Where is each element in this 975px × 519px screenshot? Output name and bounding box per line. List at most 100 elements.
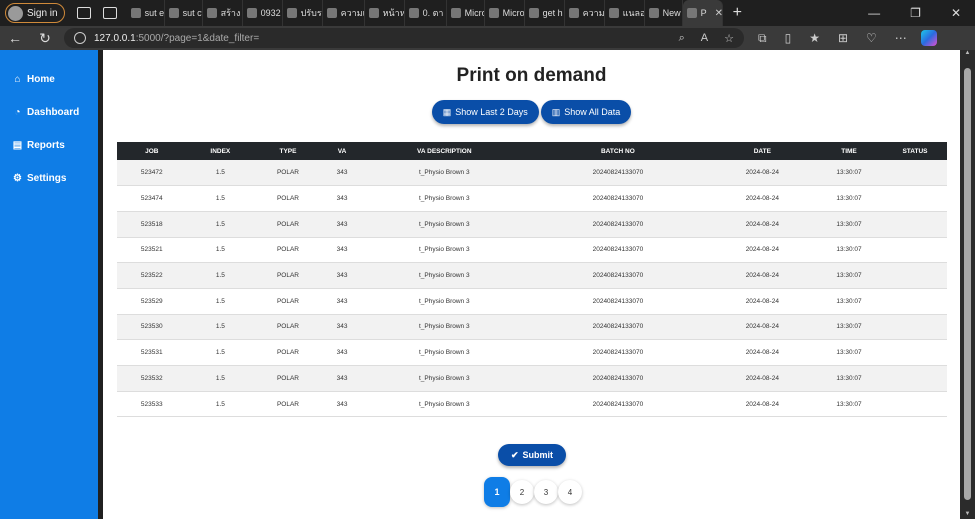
favorite-star-icon[interactable]: ☆: [724, 32, 734, 45]
tab-favicon-icon: [368, 8, 379, 18]
sidebar-item-home[interactable]: ⌂ Home: [0, 63, 98, 96]
sidebar-item-label: Home: [27, 74, 55, 85]
table-cell: 343: [336, 220, 348, 228]
tab-label: Micro: [502, 8, 525, 18]
sidebar: ⌂ Home ◔ Dashboard ▤ Reports ⚙ Settings: [0, 50, 98, 519]
zoom-icon[interactable]: ⌕: [679, 32, 685, 45]
table-cell: POLAR: [276, 400, 299, 408]
table-cell: 2024-08-24: [745, 323, 779, 331]
page-button[interactable]: 2: [510, 480, 534, 504]
signin-button[interactable]: Sign in: [5, 3, 65, 23]
table-cell: 343: [336, 272, 348, 280]
minimize-icon[interactable]: —: [868, 6, 880, 20]
maximize-icon[interactable]: ❐: [910, 6, 921, 20]
address-bar[interactable]: 127.0.0.1 :5000/?page=1&date_filter= ⌕ A…: [64, 28, 744, 48]
browser-tab[interactable]: sut cv: [165, 0, 203, 26]
table-cell: [883, 366, 947, 392]
reload-icon[interactable]: ↻: [30, 30, 60, 47]
collections-icon[interactable]: ⊞: [838, 31, 848, 46]
site-info-icon[interactable]: [74, 32, 86, 44]
table-row: 523521 1.5 POLAR 343 t_Physio Brown 3 2024082…: [117, 237, 947, 263]
table-cell: 1.5: [215, 220, 225, 228]
table-cell: [883, 237, 947, 263]
browser-tab[interactable]: สร้าง: [203, 0, 243, 26]
sidebar-item-settings[interactable]: ⚙ Settings: [0, 162, 98, 195]
table-cell: 20240824133070: [592, 246, 644, 254]
favorites-icon[interactable]: ★: [809, 31, 820, 46]
table-cell: [883, 340, 947, 366]
tab-favicon-icon: [168, 8, 179, 18]
table-cell: t_Physio Brown 3: [419, 272, 470, 280]
browser-tab[interactable]: P ✕: [682, 0, 723, 26]
scroll-up-icon[interactable]: ▲: [960, 50, 975, 56]
browser-tab[interactable]: หน้าห: [365, 0, 405, 26]
browser-tab[interactable]: Micro: [485, 0, 525, 26]
sidebar-item-label: Reports: [27, 140, 65, 151]
table-cell: 2024-08-24: [745, 374, 779, 382]
tab-favicon-icon: [450, 8, 461, 18]
page-scrollbar[interactable]: ▲ ▼: [960, 50, 975, 519]
browser-tab[interactable]: 0. ตา: [405, 0, 447, 26]
extensions-icon[interactable]: ⧉: [758, 31, 767, 46]
pagination: 1234: [484, 477, 582, 507]
column-header: VA: [337, 147, 347, 155]
column-header: STATUS: [902, 147, 928, 155]
table-cell: 2024-08-24: [745, 169, 779, 177]
new-tab-button[interactable]: +: [733, 4, 742, 22]
table-cell: [883, 288, 947, 314]
table-row: 523532 1.5 POLAR 343 t_Physio Brown 3 2024082…: [117, 365, 947, 392]
table-cell: 1.5: [215, 195, 225, 203]
close-window-icon[interactable]: ✕: [951, 6, 961, 20]
tab-favicon-icon: [528, 8, 539, 18]
copilot-icon[interactable]: [920, 30, 937, 46]
sidebar-item-label: Dashboard: [27, 107, 80, 118]
table-cell: t_Physio Brown 3: [419, 195, 470, 203]
page-button[interactable]: 4: [558, 480, 582, 504]
column-header: BATCH NO: [600, 147, 635, 155]
show-last-2-days-button[interactable]: ▦ Show Last 2 Days: [431, 100, 539, 124]
browser-titlebar: Sign in sut e sut cv สร้าง 0932 ปรับรา ความเ ห…: [0, 0, 975, 26]
tab-label: ความเ: [582, 8, 605, 18]
table-cell: 20240824133070: [592, 349, 644, 357]
browser-tab[interactable]: 0932: [243, 0, 283, 26]
more-menu-icon[interactable]: ⋯: [895, 31, 907, 46]
table-cell: 20240824133070: [592, 195, 644, 203]
table-cell: 523533: [140, 400, 163, 408]
browser-tab[interactable]: New: [645, 0, 683, 26]
sidebar-item-dashboard[interactable]: ◔ Dashboard: [0, 96, 98, 129]
submit-button[interactable]: ✔ Submit: [498, 444, 566, 466]
browser-tab[interactable]: Micro: [447, 0, 485, 26]
sidebar-item-reports[interactable]: ▤ Reports: [0, 129, 98, 162]
table-cell: 13:30:07: [836, 323, 862, 331]
tab-strip: sut e sut cv สร้าง 0932 ปรับรา ความเ หน้าห 0. ต…: [127, 0, 723, 26]
table-cell: 20240824133070: [592, 272, 644, 280]
scrollbar-thumb[interactable]: [964, 68, 971, 500]
tab-favicon-icon: [246, 8, 257, 18]
browser-tab[interactable]: ความเ: [323, 0, 365, 26]
browser-tab[interactable]: ปรับรา: [283, 0, 323, 26]
browser-tab[interactable]: get h: [525, 0, 565, 26]
table-cell: POLAR: [276, 323, 299, 331]
split-screen-icon[interactable]: ▯: [785, 31, 792, 46]
workspaces-icon[interactable]: [76, 7, 91, 19]
show-all-data-label: Show All Data: [564, 107, 621, 117]
show-all-data-button[interactable]: ▥ Show All Data: [540, 100, 632, 124]
table-cell: 2024-08-24: [745, 297, 779, 305]
page-button[interactable]: 1: [484, 477, 510, 507]
close-tab-icon[interactable]: ✕: [715, 8, 722, 19]
browser-tab[interactable]: ความเ: [565, 0, 605, 26]
browser-tab[interactable]: แนลอ: [605, 0, 645, 26]
table-cell: [883, 160, 947, 186]
tab-actions-icon[interactable]: [102, 7, 117, 19]
profile-avatar-icon: [8, 5, 23, 21]
column-header: JOB: [145, 147, 159, 155]
tab-label: 0932: [260, 8, 281, 18]
scroll-down-icon[interactable]: ▼: [960, 511, 975, 517]
page-button[interactable]: 3: [534, 480, 558, 504]
browser-tab[interactable]: sut e: [127, 0, 165, 26]
table-cell: 2024-08-24: [745, 400, 779, 408]
read-aloud-icon[interactable]: A: [701, 32, 708, 45]
browser-essentials-icon[interactable]: ♡: [866, 31, 877, 46]
table-cell: 1.5: [215, 169, 225, 177]
back-icon[interactable]: ←: [0, 30, 30, 46]
